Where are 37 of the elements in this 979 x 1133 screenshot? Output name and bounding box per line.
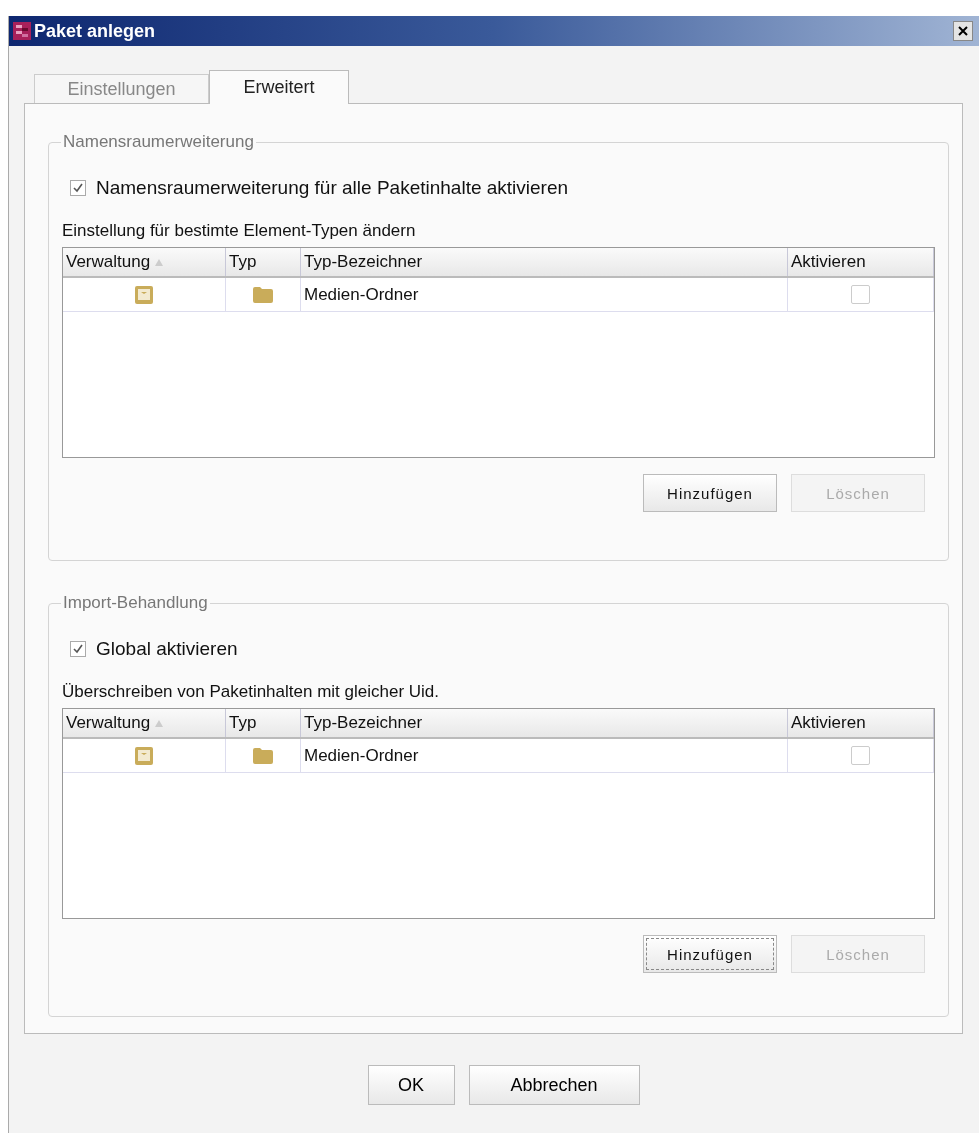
column-header[interactable]: Verwaltung [63, 248, 226, 276]
checkbox-label: Namensraumerweiterung für alle Paketinhalte aktivieren [96, 177, 569, 199]
window-title: Paket anlegen [34, 20, 157, 42]
checkbox[interactable] [70, 180, 86, 196]
folder-icon [252, 285, 274, 304]
ok-button[interactable]: OK [367, 1065, 455, 1105]
envelope-icon [134, 745, 154, 766]
column-header[interactable]: Typ [226, 248, 301, 276]
envelope-icon [134, 284, 154, 305]
table-row[interactable]: Medien-Ordner [63, 739, 934, 773]
checkbox-label: Global aktivieren [96, 638, 238, 660]
table-cell: Medien-Ordner [301, 278, 788, 311]
column-header[interactable]: Verwaltung [63, 709, 226, 737]
table-row[interactable]: Medien-Ordner [63, 278, 934, 312]
column-header[interactable]: Typ [226, 709, 301, 737]
close-icon [957, 25, 969, 37]
folder-icon [252, 746, 274, 765]
column-header[interactable]: Aktivieren [788, 709, 934, 737]
sort-icon [155, 258, 164, 266]
close-button[interactable] [953, 21, 973, 41]
section-caption: Einstellung für bestimte Element-Typen ändern [62, 221, 417, 241]
sort-icon [155, 719, 164, 727]
column-header[interactable]: Typ-Bezeichner [301, 248, 788, 276]
group-title: Import-Behandlung [61, 593, 210, 613]
checkbox[interactable] [70, 641, 86, 657]
section-caption: Überschreiben von Paketinhalten mit gleicher Uid. [62, 682, 441, 702]
column-header[interactable]: Typ-Bezeichner [301, 709, 788, 737]
add-button[interactable]: Hinzufügen [643, 935, 777, 973]
app-logo-icon [13, 22, 31, 40]
cancel-button[interactable]: Abbrechen [468, 1065, 640, 1105]
table-cell: Medien-Ordner [301, 739, 788, 772]
checkbox[interactable] [851, 746, 870, 765]
group-title: Namensraumerweiterung [61, 132, 256, 152]
column-header[interactable]: Aktivieren [788, 248, 934, 276]
checkbox[interactable] [851, 285, 870, 304]
tab[interactable]: Erweitert [209, 70, 349, 104]
add-button[interactable]: Hinzufügen [643, 474, 777, 512]
